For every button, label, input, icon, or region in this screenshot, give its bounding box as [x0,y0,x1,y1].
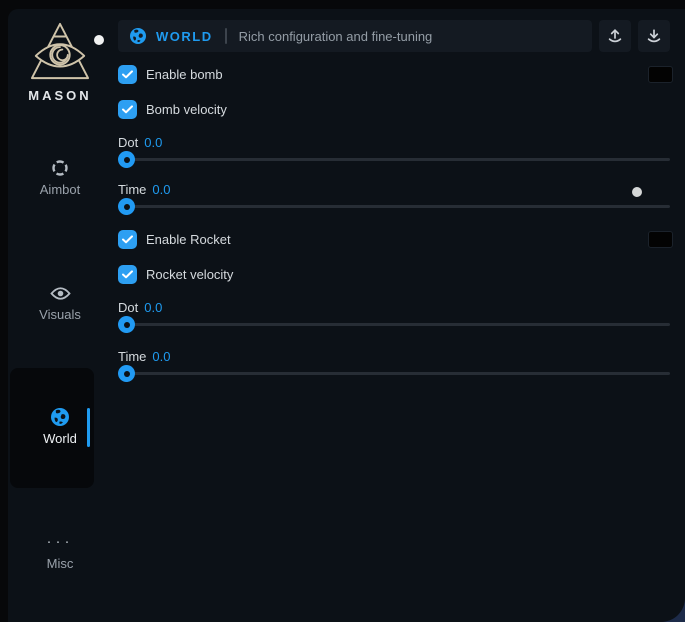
header-divider [225,28,227,44]
slider-track[interactable] [119,158,670,161]
download-icon [645,27,663,45]
page-subtitle: Rich configuration and fine-tuning [239,29,433,44]
header-bar: WORLD Rich configuration and fine-tuning [118,20,592,52]
slider-track[interactable] [119,205,670,208]
slider-value: 0.0 [144,135,162,150]
checkbox-label: Enable Rocket [146,232,231,247]
slider-track[interactable] [119,323,670,326]
checkbox-row-bomb-velocity: Bomb velocity [118,99,670,119]
upload-config-button[interactable] [599,20,631,52]
sidebar-item-label: Aimbot [40,182,80,197]
eye-icon [50,284,71,302]
slider-thumb-hole [124,204,130,210]
page-title: WORLD [156,29,213,44]
mason-menu-window: MASON Aimbot Visuals [0,0,685,622]
sidebar-item-label: Misc [47,556,74,571]
slider-thumb-hole [124,371,130,377]
main-content: WORLD Rich configuration and fine-tuning [118,9,670,382]
slider-value: 0.0 [152,349,170,364]
sidebar-item-misc[interactable]: ··· Misc [8,533,112,571]
checkbox-row-enable-bomb: Enable bomb [118,64,670,84]
checkbox-label: Bomb velocity [146,102,227,117]
mason-eye-logo-icon [27,68,93,85]
checkbox-label: Enable bomb [146,67,223,82]
menu-panel: MASON Aimbot Visuals [8,9,685,622]
globe-icon [130,28,146,44]
slider-label: Time [118,182,146,197]
slider-label: Dot [118,135,138,150]
upload-icon [606,27,624,45]
checkbox-bomb-velocity[interactable] [118,100,137,119]
slider-thumb[interactable] [118,151,135,168]
cursor-dot [632,187,642,197]
slider-value: 0.0 [152,182,170,197]
slider-label: Dot [118,300,138,315]
checkbox-label: Rocket velocity [146,267,233,282]
slider-label-row: Dot 0.0 [118,133,670,151]
slider-thumb[interactable] [118,198,135,215]
slider-group-bomb-dot: Dot 0.0 [118,133,670,168]
slider-track[interactable] [119,372,670,375]
slider-bomb-time[interactable] [118,198,670,215]
checkbox-rocket-velocity[interactable] [118,265,137,284]
ellipsis-icon: ··· [47,533,74,551]
logo: MASON [8,21,112,103]
slider-thumb[interactable] [118,365,135,382]
sidebar: MASON Aimbot Visuals [8,9,112,622]
slider-rocket-dot[interactable] [118,316,670,333]
sidebar-item-label: World [43,431,77,446]
slider-group-bomb-time: Time 0.0 [118,180,670,215]
header: WORLD Rich configuration and fine-tuning [118,20,670,52]
sidebar-item-visuals[interactable]: Visuals [8,284,112,322]
checkbox-row-enable-rocket: Enable Rocket [118,229,670,249]
logo-text: MASON [8,88,112,103]
slider-label-row: Time 0.0 [118,347,670,365]
slider-thumb[interactable] [118,316,135,333]
slider-rocket-time[interactable] [118,365,670,382]
slider-bomb-dot[interactable] [118,151,670,168]
globe-icon [51,408,69,426]
slider-value: 0.0 [144,300,162,315]
checkbox-enable-bomb[interactable] [118,65,137,84]
slider-label: Time [118,349,146,364]
download-config-button[interactable] [638,20,670,52]
sidebar-item-world[interactable]: World [8,408,112,446]
slider-label-row: Time 0.0 [118,180,670,198]
bomb-color-swatch[interactable] [648,66,673,83]
crosshair-icon [51,159,69,177]
checkbox-enable-rocket[interactable] [118,230,137,249]
slider-thumb-hole [124,157,130,163]
sidebar-item-aimbot[interactable]: Aimbot [8,159,112,197]
cursor-dot [94,35,104,45]
rocket-color-swatch[interactable] [648,231,673,248]
checkbox-row-rocket-velocity: Rocket velocity [118,264,670,284]
slider-thumb-hole [124,322,130,328]
slider-group-rocket-dot: Dot 0.0 [118,298,670,333]
sidebar-item-label: Visuals [39,307,81,322]
slider-group-rocket-time: Time 0.0 [118,347,670,382]
slider-label-row: Dot 0.0 [118,298,670,316]
